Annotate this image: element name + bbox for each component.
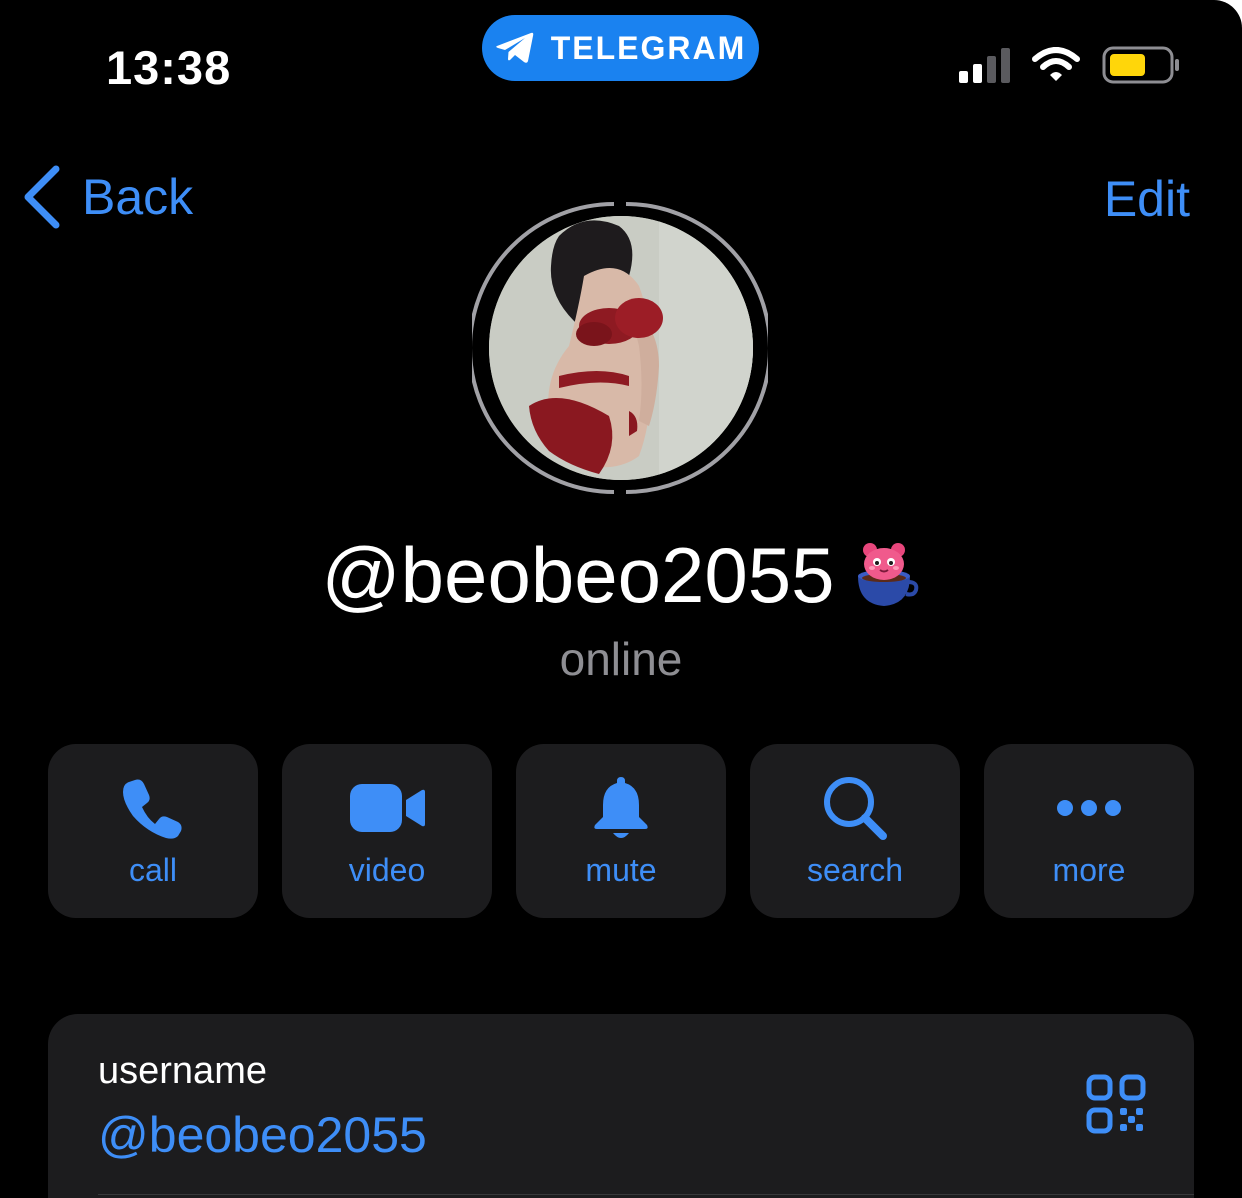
profile-screen: 13:38 TELEGRAM Back Edit @beobeo2055 onl…	[0, 0, 1242, 1198]
battery-icon	[1102, 46, 1179, 84]
wifi-icon	[1032, 47, 1080, 81]
telegram-pill[interactable]: TELEGRAM	[482, 15, 759, 81]
call-button[interactable]: call	[48, 744, 258, 918]
phone-icon	[123, 779, 182, 839]
card-divider	[98, 1194, 1194, 1195]
search-icon	[824, 777, 887, 840]
profile-avatar[interactable]	[489, 216, 753, 480]
call-label: call	[128, 852, 177, 888]
username-value[interactable]: @beobeo2055	[98, 1106, 427, 1164]
bear-in-cup-emoji-icon[interactable]	[852, 542, 920, 610]
qr-code-icon[interactable]	[1086, 1074, 1146, 1134]
chevron-left-icon	[24, 165, 60, 229]
more-button[interactable]: more	[984, 744, 1194, 918]
presence-status: online	[559, 633, 683, 685]
mute-button[interactable]: mute	[516, 744, 726, 918]
search-button[interactable]: search	[750, 744, 960, 918]
search-label: search	[806, 852, 904, 888]
mute-label: mute	[585, 852, 657, 888]
status-icons	[959, 46, 1182, 84]
action-bar: call video mute search more	[48, 744, 1194, 918]
profile-name-row: @beobeo2055	[0, 530, 1242, 621]
cellular-signal-icon	[959, 47, 1010, 83]
video-button[interactable]: video	[282, 744, 492, 918]
bell-icon	[594, 777, 648, 838]
info-card: username @beobeo2055	[48, 1014, 1194, 1198]
more-dots-icon	[1057, 800, 1121, 816]
username-label: username	[98, 1050, 267, 1092]
video-camera-icon	[350, 784, 425, 832]
avatar-photo	[489, 216, 753, 480]
telegram-pill-label: TELEGRAM	[550, 29, 747, 66]
telegram-plane-icon	[495, 32, 533, 63]
edit-button[interactable]: Edit	[1104, 170, 1190, 228]
status-time: 13:38	[106, 41, 232, 94]
video-label: video	[348, 852, 426, 888]
profile-name: @beobeo2055	[321, 531, 835, 619]
back-label: Back	[82, 169, 194, 225]
back-button[interactable]: Back	[22, 165, 193, 229]
more-label: more	[1052, 852, 1126, 888]
